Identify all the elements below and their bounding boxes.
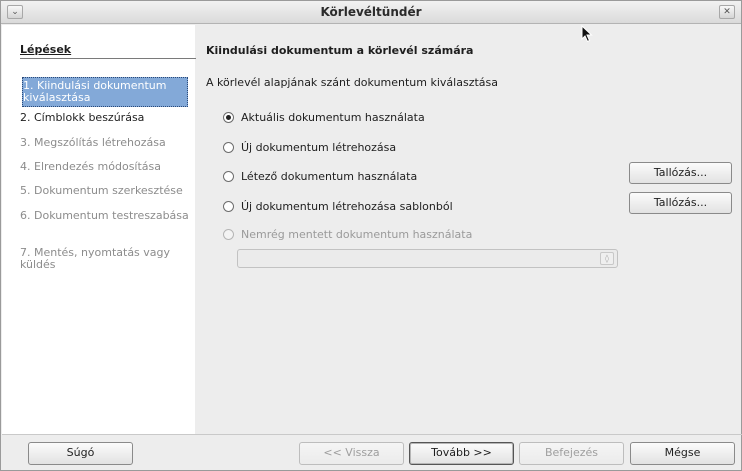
radio-button[interactable] — [223, 200, 234, 212]
step-3-create-salutation[interactable]: 3. Megszólítás létrehozása — [20, 137, 192, 149]
step-4-adjust-layout[interactable]: 4. Elrendezés módosítása — [20, 161, 192, 173]
radio-button[interactable] — [223, 111, 234, 123]
radio-button[interactable] — [223, 228, 234, 240]
window-title: Körlevéltündér — [320, 5, 422, 19]
option-label: Új dokumentum létrehozása sablonból — [241, 199, 453, 213]
radio-button[interactable] — [223, 170, 234, 182]
mail-merge-wizard-window: ⌄ Körlevéltündér ✕ Lépések 1. Kiindulási… — [0, 0, 742, 471]
browse-template-button[interactable]: Tallózás... — [629, 192, 732, 214]
option-use-recent-document[interactable]: Nemrég mentett dokumentum használata — [223, 227, 472, 241]
step-1-select-document[interactable]: 1. Kiindulási dokumentum kiválasztása — [22, 77, 188, 107]
steps-divider — [20, 58, 196, 59]
steps-pane: Lépések 1. Kiindulási dokumentum kiválas… — [2, 25, 196, 434]
help-button[interactable]: Súgó — [28, 442, 133, 465]
option-label: Új dokumentum létrehozása — [241, 140, 397, 154]
option-label: Nemrég mentett dokumentum használata — [241, 227, 473, 241]
step-2-insert-address-block[interactable]: 2. Címblokk beszúrása — [20, 112, 192, 124]
radio-button[interactable] — [223, 141, 234, 153]
mouse-pointer-icon — [581, 25, 593, 43]
title-bar[interactable]: ⌄ Körlevéltündér ✕ — [1, 1, 741, 24]
recent-documents-dropdown[interactable]: ◊ — [237, 249, 618, 268]
option-label: Létező dokumentum használata — [241, 169, 418, 183]
option-label: Aktuális dokumentum használata — [241, 110, 425, 124]
close-icon: ✕ — [723, 7, 731, 17]
option-create-from-template[interactable]: Új dokumentum létrehozása sablonból — [223, 199, 453, 213]
step-7-save-print-send[interactable]: 7. Mentés, nyomtatás vagy küldés — [20, 247, 192, 271]
cancel-button[interactable]: Mégse — [630, 442, 735, 465]
close-button[interactable]: ✕ — [719, 5, 735, 19]
next-button[interactable]: Tovább >> — [409, 442, 514, 465]
back-button[interactable]: << Vissza — [299, 442, 404, 465]
steps-heading: Lépések — [20, 43, 72, 56]
option-create-new-document[interactable]: Új dokumentum létrehozása — [223, 140, 396, 154]
dropdown-arrow-icon[interactable]: ◊ — [600, 252, 614, 265]
finish-button[interactable]: Befejezés — [519, 442, 624, 465]
page-description: A körlevél alapjának szánt dokumentum ki… — [206, 76, 498, 89]
page-title: Kiindulási dokumentum a körlevél számára — [206, 44, 474, 57]
step-5-edit-document[interactable]: 5. Dokumentum szerkesztése — [20, 185, 192, 197]
browse-existing-button[interactable]: Tallózás... — [629, 162, 732, 184]
option-use-existing-document[interactable]: Létező dokumentum használata — [223, 169, 417, 183]
step-6-personalize-document[interactable]: 6. Dokumentum testreszabása — [20, 210, 192, 222]
footer-divider — [2, 434, 742, 435]
option-use-current-document[interactable]: Aktuális dokumentum használata — [223, 110, 425, 124]
